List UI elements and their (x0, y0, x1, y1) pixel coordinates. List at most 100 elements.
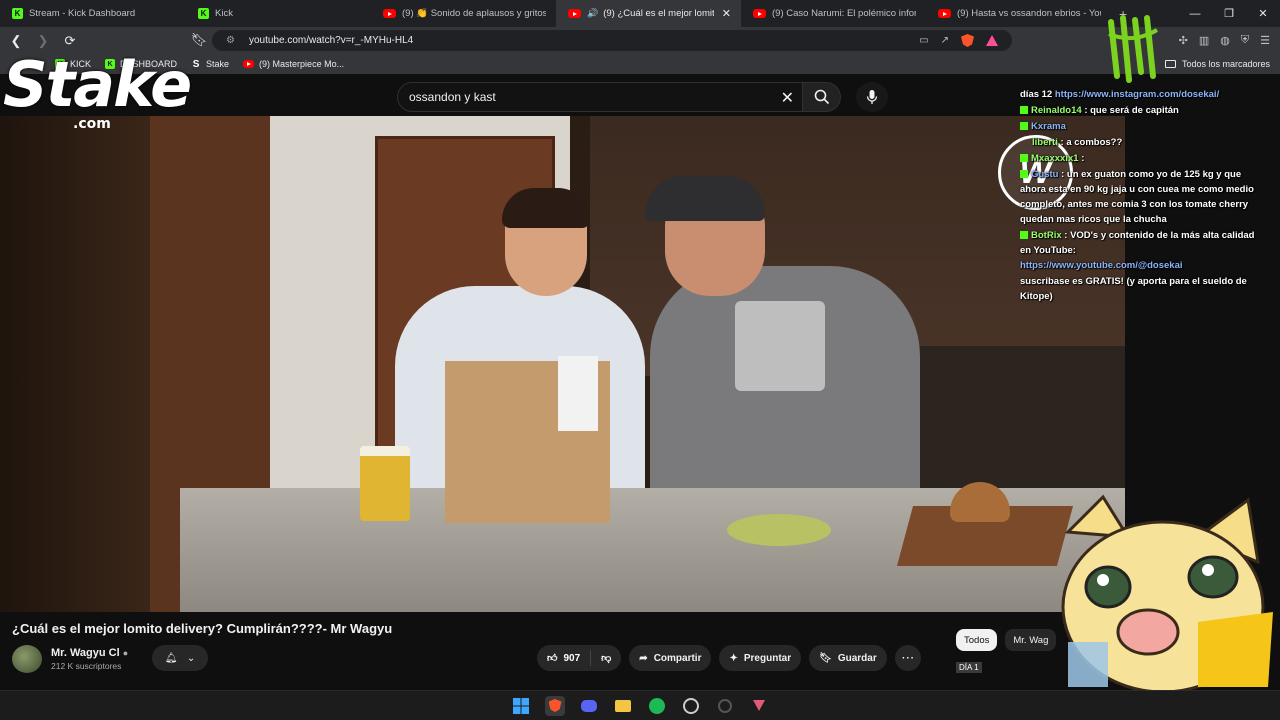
extensions-icon[interactable]: ✣ (1179, 34, 1188, 47)
chevron-down-icon: ⌄ (186, 652, 196, 664)
save-button[interactable]: 🔖︎ Guardar (809, 645, 887, 671)
chat-user: BotRix (1031, 230, 1062, 241)
ask-button[interactable]: ✦ Preguntar (719, 645, 802, 671)
close-window-icon[interactable]: ✕ (1246, 0, 1280, 27)
share-icon[interactable]: ↗ (941, 35, 949, 46)
like-button[interactable]: 👍︎ 907 (537, 645, 590, 671)
minimize-icon[interactable]: — (1178, 0, 1212, 27)
folder-icon (615, 699, 631, 712)
discord-taskbar-icon[interactable] (579, 696, 599, 716)
site-info-icon[interactable]: ⚙︎ (226, 35, 235, 46)
bookmark-stake[interactable]: S Stake (191, 58, 229, 70)
chat-user: Gustu (1031, 169, 1059, 180)
vpn-icon[interactable]: ⛨ (1241, 34, 1249, 47)
stake-logo-com: .com (73, 116, 111, 132)
tab-lomito-active[interactable]: 🔊 (9) ¿Cuál es el mejor lomito d ✕ (556, 0, 741, 27)
stake-logo: Stake .com (3, 48, 192, 139)
search-button[interactable] (803, 82, 841, 112)
maximize-icon[interactable]: ❐ (1212, 0, 1246, 27)
clear-search-icon[interactable]: ✕ (781, 88, 794, 108)
video-receipt (558, 356, 598, 431)
tab-caso-narumi[interactable]: (9) Caso Narumi: El polémico inform (741, 0, 926, 27)
bookmark-icon[interactable]: 🔖︎ (188, 29, 210, 51)
browser-tab-strip: K Stream - Kick Dashboard K Kick (9) 👏 S… (0, 0, 1280, 27)
share-button[interactable]: ➦ Compartir (629, 645, 712, 671)
share-label: Compartir (653, 652, 702, 664)
tab-kick-dashboard[interactable]: K Stream - Kick Dashboard (0, 0, 186, 27)
chat-line: días 12 https://www.instagram.com/doseka… (1020, 87, 1260, 102)
channel-info[interactable]: Mr. Wagyu Cl ● 212 K suscriptores (12, 645, 128, 673)
notifications-button[interactable]: 🔔︎ ⌄ (152, 645, 208, 671)
like-dislike-group: 👍︎ 907 👎︎ (537, 645, 622, 671)
kick-icon: K (198, 8, 209, 19)
kick-icon: K (12, 8, 23, 19)
folder-icon (1164, 60, 1176, 68)
chat-line: suscribase es GRATIS! (y aporta para el … (1020, 274, 1260, 304)
chat-user: Kxrama (1031, 121, 1066, 132)
microphone-icon (866, 90, 878, 104)
loading-taskbar-icon[interactable] (715, 696, 735, 716)
video-actions: 👍︎ 907 👎︎ ➦ Compartir ✦ Preguntar 🔖︎ Gua… (537, 645, 921, 671)
chat-line: liberti : a combos?? (1020, 135, 1260, 150)
all-bookmarks[interactable]: Todos los marcadores (1164, 54, 1270, 74)
brave-rewards-icon[interactable] (986, 35, 998, 46)
video-beer-mug (360, 446, 410, 521)
bookmark-label: (9) Masterpiece Mo... (259, 59, 345, 69)
cast-icon[interactable]: ▭ (919, 35, 928, 46)
recommendation-chips: Todos Mr. Wag (956, 629, 1057, 651)
video-plate (727, 514, 831, 546)
tab-title: Kick (215, 8, 233, 19)
kick-badge-icon (1020, 231, 1028, 239)
tab-hasta-vs-ossandon[interactable]: (9) Hasta vs ossandon ebrios - YouTu (926, 0, 1111, 27)
brave-shield-icon[interactable] (961, 34, 974, 47)
tab-title: Stream - Kick Dashboard (29, 8, 136, 19)
stake-icon: S (192, 58, 200, 70)
channel-name[interactable]: Mr. Wagyu Cl ● (51, 647, 128, 659)
speaker-icon[interactable]: 🔊 (587, 8, 598, 19)
chat-line: Kxrama (1020, 119, 1260, 134)
kick-badge-icon (1020, 154, 1028, 162)
bookmark-masterpiece[interactable]: (9) Masterpiece Mo... (243, 59, 344, 69)
triangle-app-icon (753, 700, 765, 711)
dislike-button[interactable]: 👎︎ (591, 645, 621, 671)
youtube-icon (383, 9, 396, 18)
brave-icon (548, 699, 562, 712)
chip-todos[interactable]: Todos (956, 629, 998, 651)
address-bar[interactable]: ⚙︎ youtube.com/watch?v=r_-MYHu-HL4 ▭ ↗ (212, 30, 1012, 51)
menu-icon[interactable]: ☰ (1260, 34, 1270, 47)
app-taskbar-icon[interactable] (749, 696, 769, 716)
tab-kick[interactable]: K Kick (186, 0, 371, 27)
more-actions-icon[interactable]: ⋯ (894, 645, 921, 671)
video-shirt-logo (735, 301, 825, 391)
stake-logo-text: Stake (3, 48, 192, 121)
stream-chat-overlay: días 12 https://www.instagram.com/doseka… (1020, 87, 1260, 305)
window-controls: — ❐ ✕ (1178, 0, 1280, 27)
profile-icon[interactable]: ◍ (1220, 34, 1230, 47)
voice-search-button[interactable] (856, 82, 888, 112)
save-label: Guardar (837, 652, 877, 664)
avatar[interactable] (12, 645, 42, 673)
search-input[interactable]: ossandon y kast ✕ (397, 82, 803, 112)
chat-user: Reinaldo14 (1031, 105, 1082, 116)
file-explorer-taskbar-icon[interactable] (613, 696, 633, 716)
youtube-icon (938, 9, 951, 18)
tab-aplausos[interactable]: (9) 👏 Sonido de aplausos y gritos d (371, 0, 556, 27)
close-tab-icon[interactable]: ✕ (722, 7, 731, 20)
tab-title: (9) ¿Cuál es el mejor lomito d (603, 8, 714, 19)
windows-taskbar (0, 690, 1280, 720)
video-player[interactable] (0, 116, 1125, 612)
ask-label: Preguntar (743, 652, 792, 664)
spinner-icon (718, 698, 732, 713)
url-text: youtube.com/watch?v=r_-MYHu-HL4 (248, 35, 414, 46)
obs-taskbar-icon[interactable] (681, 696, 701, 716)
sidebar-icon[interactable]: ▥ (1199, 34, 1209, 47)
monster-energy-logo (1108, 15, 1159, 83)
omnibox-actions: ▭ ↗ (919, 30, 998, 51)
chat-line: Gustu : un ex guaton como yo de 125 kg y… (1020, 167, 1260, 227)
chat-text: : (1081, 153, 1085, 164)
brave-taskbar-icon[interactable] (545, 695, 565, 716)
spotify-taskbar-icon[interactable] (647, 696, 667, 716)
day-badge: DÍA 1 (956, 662, 982, 673)
windows-start-icon[interactable] (511, 696, 531, 716)
youtube-icon (243, 60, 255, 68)
